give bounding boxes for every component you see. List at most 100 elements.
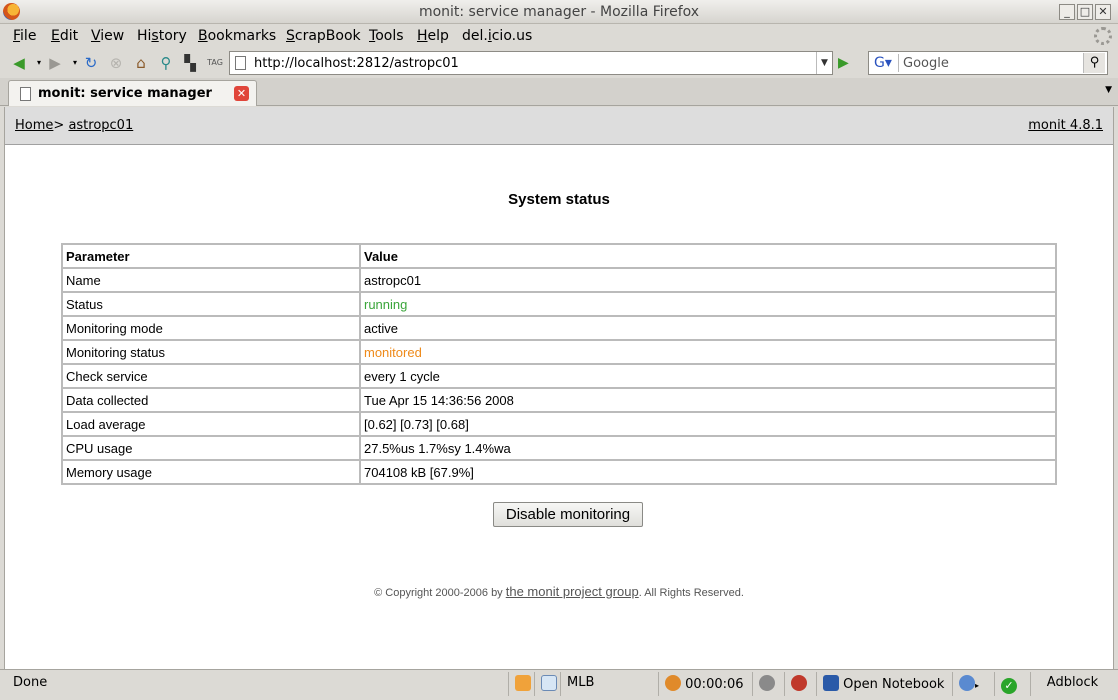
timer-icon bbox=[665, 675, 681, 691]
delicious-bookmark-icon[interactable]: ⚲ bbox=[157, 54, 175, 72]
menu-view[interactable]: View bbox=[91, 28, 124, 44]
value-cell: 27.5%us 1.7%sy 1.4%wa bbox=[359, 435, 1057, 461]
table-row: Status running bbox=[61, 291, 1057, 317]
table-row: Name astropc01 bbox=[61, 267, 1057, 293]
value-cell: [0.62] [0.73] [0.68] bbox=[359, 411, 1057, 437]
menu-bar: File Edit View History Bookmarks ScrapBo… bbox=[0, 24, 1118, 48]
menu-history[interactable]: History bbox=[137, 28, 187, 44]
close-window-icon[interactable]: ✕ bbox=[1095, 4, 1111, 20]
window-titlebar: monit: service manager - Mozilla Firefox… bbox=[0, 0, 1118, 24]
param-cell: Monitoring mode bbox=[61, 315, 361, 341]
column-header-parameter: Parameter bbox=[61, 243, 361, 269]
menu-scrapbook[interactable]: ScrapBook bbox=[286, 28, 361, 44]
tab-monit[interactable]: monit: service manager ✕ bbox=[8, 80, 257, 106]
navigation-toolbar: ◀ ▾ ▶ ▾ ↻ ⊗ ⌂ ⚲ ▚ TAG ▼ ▶ G▾ ⚲ bbox=[0, 48, 1118, 78]
google-engine-icon[interactable]: G▾ bbox=[871, 54, 899, 72]
value-cell: Tue Apr 15 14:36:56 2008 bbox=[359, 387, 1057, 413]
param-cell: Check service bbox=[61, 363, 361, 389]
table-row: CPU usage 27.5%us 1.7%sy 1.4%wa bbox=[61, 435, 1057, 461]
search-icon[interactable]: ⚲ bbox=[1083, 53, 1105, 73]
table-row: Data collected Tue Apr 15 14:36:56 2008 bbox=[61, 387, 1057, 413]
table-header-row: Parameter Value bbox=[61, 243, 1057, 269]
window-title: monit: service manager - Mozilla Firefox bbox=[418, 4, 700, 20]
forward-arrow-icon[interactable]: ▶ bbox=[46, 54, 64, 72]
scrapbook-note-icon[interactable] bbox=[508, 672, 534, 696]
maximize-icon[interactable]: □ bbox=[1077, 4, 1093, 20]
copyright-suffix: . All Rights Reserved. bbox=[638, 587, 744, 599]
tag-icon[interactable]: TAG bbox=[206, 54, 224, 72]
param-cell: Memory usage bbox=[61, 459, 361, 485]
param-cell: Data collected bbox=[61, 387, 361, 413]
page-content: Home> astropc01 monit 4.8.1 System statu… bbox=[4, 107, 1114, 669]
menu-file[interactable]: File bbox=[13, 28, 36, 44]
value-cell: active bbox=[359, 315, 1057, 341]
go-arrow-icon[interactable]: ▶ bbox=[838, 55, 854, 71]
param-cell: Load average bbox=[61, 411, 361, 437]
menu-edit[interactable]: Edit bbox=[51, 28, 78, 44]
sidebar-page-icon[interactable] bbox=[534, 672, 560, 696]
notebook-icon bbox=[823, 675, 839, 691]
back-arrow-icon[interactable]: ◀ bbox=[10, 54, 28, 72]
stop-icon[interactable]: ⊗ bbox=[107, 54, 125, 72]
clock-icon[interactable] bbox=[752, 672, 784, 696]
tab-label: monit: service manager bbox=[38, 86, 212, 101]
breadcrumb-home-link[interactable]: Home bbox=[15, 118, 53, 133]
monit-project-group-link[interactable]: the monit project group bbox=[506, 584, 639, 599]
disable-monitoring-button[interactable]: Disable monitoring bbox=[493, 502, 643, 527]
param-cell: CPU usage bbox=[61, 435, 361, 461]
timer-status[interactable]: 00:00:06 bbox=[658, 672, 752, 696]
copyright-prefix: © Copyright 2000-2006 by bbox=[374, 587, 506, 599]
system-status-table: Parameter Value Name astropc01 Status ru… bbox=[61, 243, 1057, 485]
open-notebook-button[interactable]: Open Notebook bbox=[816, 672, 952, 696]
home-icon[interactable]: ⌂ bbox=[132, 54, 150, 72]
search-box[interactable]: G▾ ⚲ bbox=[868, 51, 1108, 75]
value-cell: 704108 kB [67.9%] bbox=[359, 459, 1057, 485]
adblock-button[interactable]: Adblock bbox=[1030, 672, 1114, 696]
page-header: Home> astropc01 monit 4.8.1 bbox=[5, 107, 1113, 145]
page-icon bbox=[235, 56, 246, 70]
menu-help[interactable]: Help bbox=[417, 28, 449, 44]
table-row: Check service every 1 cycle bbox=[61, 363, 1057, 389]
page-title: System status bbox=[508, 191, 610, 208]
table-row: Load average [0.62] [0.73] [0.68] bbox=[61, 411, 1057, 437]
minimize-icon[interactable]: _ bbox=[1059, 4, 1075, 20]
table-row: Memory usage 704108 kB [67.9%] bbox=[61, 459, 1057, 485]
status-bar: Done MLB 00:00:06 Open Notebook ▸ ✓ Adbl… bbox=[0, 669, 1118, 700]
document-icon bbox=[20, 87, 31, 101]
checkmark-icon[interactable]: ✓ bbox=[994, 672, 1028, 696]
close-tab-icon[interactable]: ✕ bbox=[234, 86, 249, 101]
url-bar[interactable]: ▼ bbox=[229, 51, 833, 75]
url-dropdown-icon[interactable]: ▼ bbox=[816, 52, 832, 74]
copyright-footer: © Copyright 2000-2006 by the monit proje… bbox=[5, 584, 1113, 599]
url-input[interactable] bbox=[254, 54, 814, 72]
menu-delicious[interactable]: del.icio.us bbox=[462, 28, 532, 44]
param-cell: Monitoring status bbox=[61, 339, 361, 365]
value-cell: every 1 cycle bbox=[359, 363, 1057, 389]
tab-list-dropdown-icon[interactable]: ▼ bbox=[1105, 85, 1112, 95]
reload-icon[interactable]: ↻ bbox=[82, 54, 100, 72]
tab-strip: monit: service manager ✕ ▼ bbox=[0, 78, 1118, 106]
monitoring-status-value-cell: monitored bbox=[359, 339, 1057, 365]
param-cell: Status bbox=[61, 291, 361, 317]
open-notebook-label: Open Notebook bbox=[843, 677, 945, 692]
table-row: Monitoring mode active bbox=[61, 315, 1057, 341]
breadcrumb-current-link[interactable]: astropc01 bbox=[68, 118, 133, 133]
greasemonkey-icon[interactable] bbox=[784, 672, 816, 696]
breadcrumb: Home> astropc01 bbox=[15, 118, 133, 133]
throbber-icon bbox=[1094, 27, 1112, 45]
mlb-status[interactable]: MLB bbox=[560, 672, 658, 696]
network-status-icon[interactable]: ▸ bbox=[952, 672, 994, 696]
menu-tools[interactable]: Tools bbox=[369, 28, 404, 44]
column-header-value: Value bbox=[359, 243, 1057, 269]
delicious-grid-icon[interactable]: ▚ bbox=[181, 54, 199, 72]
param-cell: Name bbox=[61, 267, 361, 293]
value-cell: astropc01 bbox=[359, 267, 1057, 293]
menu-bookmarks[interactable]: Bookmarks bbox=[198, 28, 276, 44]
timer-value: 00:00:06 bbox=[685, 677, 744, 692]
status-text: Done bbox=[13, 675, 48, 690]
search-input[interactable] bbox=[903, 54, 1079, 72]
table-row: Monitoring status monitored bbox=[61, 339, 1057, 365]
version-link[interactable]: monit 4.8.1 bbox=[1028, 118, 1103, 133]
status-value-cell: running bbox=[359, 291, 1057, 317]
breadcrumb-separator: > bbox=[53, 118, 65, 133]
